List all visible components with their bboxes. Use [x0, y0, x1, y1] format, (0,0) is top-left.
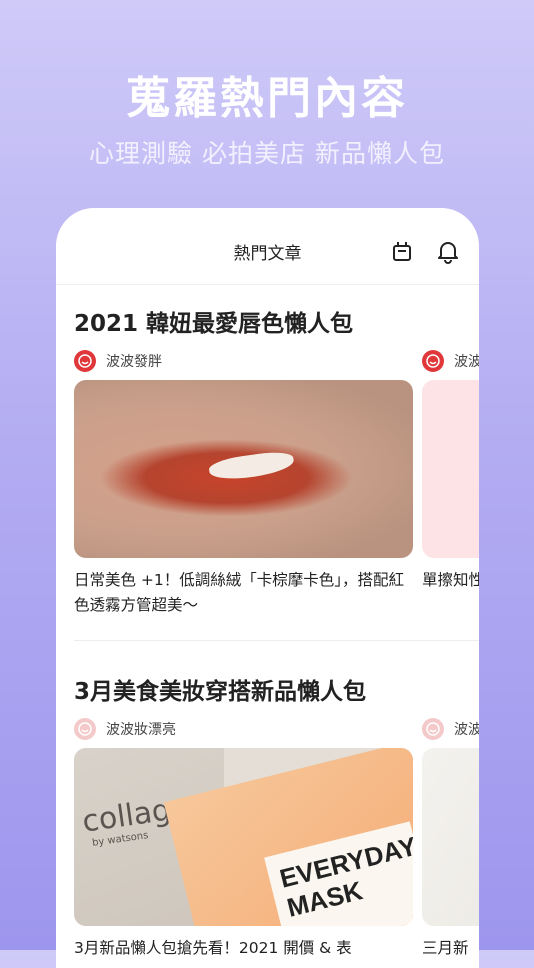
author-name: 波波 — [454, 354, 479, 370]
avatar — [422, 718, 444, 740]
author-row: 波波妝漂亮 — [74, 718, 413, 740]
author-name: 波波 — [454, 722, 479, 738]
pink-photo — [422, 380, 479, 558]
avatar — [74, 718, 96, 740]
hero-subtitle: 心理測驗 必拍美店 新品懶人包 — [89, 139, 445, 168]
author-row: 波波 — [422, 350, 479, 372]
phone-screen: 熱門文章 2021 韓妞最愛唇色懶人包 波波發胖 日常美色 +1！低調絲絨「卡棕… — [56, 208, 479, 968]
article-card[interactable]: 波波 單擦知性裸奶茶色 — [422, 350, 479, 589]
lips-photo — [74, 380, 413, 558]
bell-icon[interactable] — [435, 238, 461, 264]
article-card[interactable]: 波波妝漂亮 collagen by watsons EVERYDAY MASK … — [74, 718, 413, 957]
article-caption: 3月新品懶人包搶先看！2021 開價 & 表 — [74, 939, 352, 957]
article-caption: 日常美色 +1！低調絲絨「卡棕摩卡色」，搭配紅色透霧方管超美～ — [74, 571, 405, 614]
gift-box-icon[interactable] — [389, 238, 415, 264]
header-title: 熱門文章 — [233, 244, 302, 264]
face-mask-photo: collagen by watsons EVERYDAY MASK — [74, 748, 413, 926]
article-caption: 單擦知性裸奶茶色 — [422, 571, 479, 589]
smiley-icon — [78, 354, 92, 368]
card-carousel[interactable]: 波波妝漂亮 collagen by watsons EVERYDAY MASK … — [74, 718, 479, 968]
article-card[interactable]: 波波 三月新 — [422, 718, 479, 957]
card-carousel[interactable]: 波波發胖 日常美色 +1！低調絲絨「卡棕摩卡色」，搭配紅色透霧方管超美～ 波波 … — [74, 350, 479, 614]
author-name: 波波妝漂亮 — [106, 722, 176, 738]
smiley-icon — [78, 722, 92, 736]
author-row: 波波發胖 — [74, 350, 413, 372]
avatar — [74, 350, 96, 372]
article-card[interactable]: 波波發胖 日常美色 +1！低調絲絨「卡棕摩卡色」，搭配紅色透霧方管超美～ — [74, 350, 413, 614]
hero-title: 蒐羅熱門內容 — [126, 73, 408, 124]
app-header: 熱門文章 — [56, 208, 479, 285]
section-title: 3月美食美妝穿搭新品懶人包 — [74, 679, 367, 705]
fabric-photo — [422, 748, 479, 926]
section-divider — [74, 640, 479, 641]
smiley-icon — [426, 354, 440, 368]
teeth — [207, 449, 296, 483]
section-lip-colors: 2021 韓妞最愛唇色懶人包 波波發胖 日常美色 +1！低調絲絨「卡棕摩卡色」，… — [74, 304, 479, 614]
section-new-products: 3月美食美妝穿搭新品懶人包 波波妝漂亮 collagen by watsons … — [74, 672, 479, 957]
author-row: 波波 — [422, 718, 479, 740]
section-title: 2021 韓妞最愛唇色懶人包 — [74, 311, 354, 337]
smiley-icon — [426, 722, 440, 736]
author-name: 波波發胖 — [106, 354, 162, 370]
article-caption: 三月新 — [422, 939, 469, 957]
avatar — [422, 350, 444, 372]
